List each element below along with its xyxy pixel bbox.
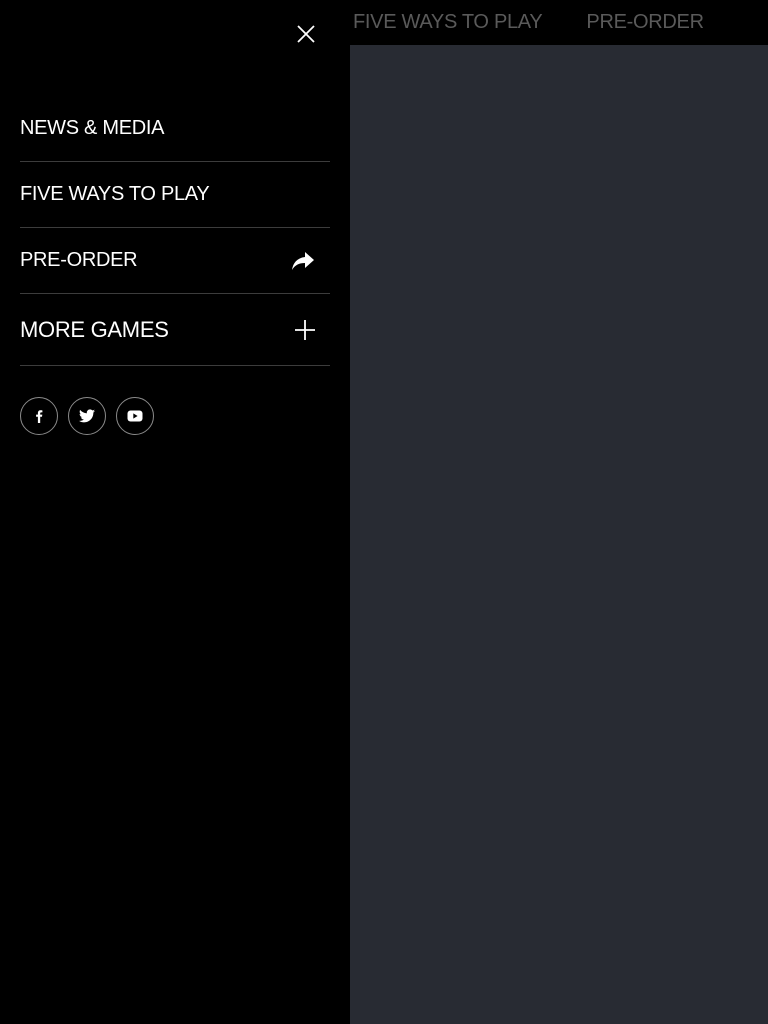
menu-item-label: PRE-ORDER bbox=[20, 249, 138, 271]
site-nav: FIVE WAYS TO PLAY PRE-ORDER bbox=[353, 0, 704, 45]
share-arrow-icon bbox=[290, 250, 316, 272]
menu-item-more-games[interactable]: MORE GAMES bbox=[20, 294, 330, 366]
close-button[interactable] bbox=[293, 21, 319, 47]
facebook-button[interactable] bbox=[20, 397, 58, 435]
menu-item-label: FIVE WAYS TO PLAY bbox=[20, 183, 210, 205]
site-nav-five-ways-to-play[interactable]: FIVE WAYS TO PLAY bbox=[353, 11, 543, 34]
twitter-icon bbox=[79, 409, 95, 423]
twitter-button[interactable] bbox=[68, 397, 106, 435]
youtube-button[interactable] bbox=[116, 397, 154, 435]
menu-item-label: MORE GAMES bbox=[20, 316, 169, 342]
menu-item-label: NEWS & MEDIA bbox=[20, 117, 165, 139]
page: FIVE WAYS TO PLAY PRE-ORDER NEWS & MEDIA… bbox=[0, 0, 768, 1024]
menu-item-news-media[interactable]: NEWS & MEDIA bbox=[20, 96, 330, 162]
plus-icon[interactable] bbox=[294, 319, 316, 341]
social-links bbox=[20, 397, 154, 435]
youtube-icon bbox=[127, 410, 143, 422]
site-nav-pre-order[interactable]: PRE-ORDER bbox=[586, 11, 704, 34]
site-content-area bbox=[350, 45, 768, 1024]
menu-item-five-ways-to-play[interactable]: FIVE WAYS TO PLAY bbox=[20, 162, 330, 228]
side-drawer: NEWS & MEDIA FIVE WAYS TO PLAY PRE-ORDER… bbox=[0, 0, 350, 1024]
close-icon bbox=[297, 25, 315, 43]
menu-item-pre-order[interactable]: PRE-ORDER bbox=[20, 228, 330, 294]
facebook-icon bbox=[36, 410, 43, 423]
drawer-menu: NEWS & MEDIA FIVE WAYS TO PLAY PRE-ORDER… bbox=[20, 96, 330, 366]
